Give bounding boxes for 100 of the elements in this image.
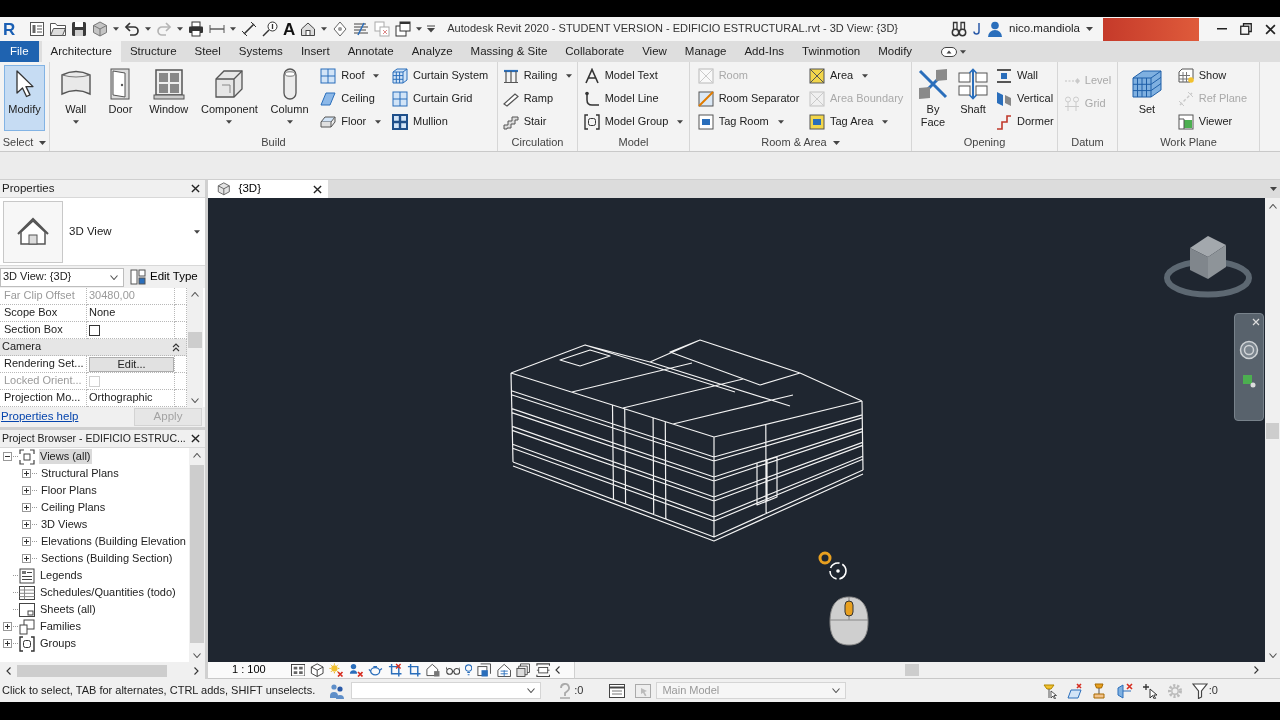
people-icon[interactable] xyxy=(329,682,346,699)
house-icon[interactable] xyxy=(300,21,317,37)
ribbon-button[interactable]: By Face xyxy=(913,65,953,131)
undo-icon[interactable] xyxy=(124,22,140,36)
tree-item[interactable]: Sections (Building Section) xyxy=(40,551,174,566)
stacked-windows-icon[interactable] xyxy=(395,21,412,37)
type-selector[interactable]: 3D View xyxy=(0,198,205,266)
chevron-right-icon[interactable] xyxy=(1254,666,1259,674)
window-list-icon[interactable] xyxy=(609,683,626,698)
diamond-icon[interactable] xyxy=(332,21,349,37)
chevron-up-icon[interactable] xyxy=(193,453,201,458)
scrollbar[interactable] xyxy=(575,662,1280,679)
ribbon-button[interactable]: Wall xyxy=(55,65,96,131)
caret-icon[interactable] xyxy=(145,27,151,31)
ribbon-tab[interactable]: Annotate xyxy=(338,41,403,62)
ribbon-button[interactable]: Model Group xyxy=(580,111,687,132)
ribbon-tab[interactable]: Analyze xyxy=(402,41,462,62)
caret-icon[interactable] xyxy=(1086,27,1093,31)
close-icon[interactable] xyxy=(1265,23,1276,35)
group-header[interactable]: Camera xyxy=(0,339,187,356)
house-grid-icon[interactable] xyxy=(496,662,512,678)
chevron-right-icon[interactable] xyxy=(194,666,199,675)
cube-icon[interactable] xyxy=(310,662,325,678)
crop-off-icon[interactable] xyxy=(387,662,402,678)
ribbon-tab[interactable]: View xyxy=(633,41,676,62)
scrollbar[interactable] xyxy=(187,288,203,407)
caret-icon[interactable] xyxy=(416,27,423,31)
ribbon-button[interactable]: Floor xyxy=(317,111,385,132)
bracket-frame-icon[interactable] xyxy=(535,662,550,678)
steering-wheel-icon[interactable] xyxy=(1239,340,1259,360)
document-tab[interactable]: {3D} xyxy=(208,180,328,198)
chevron-down-icon[interactable] xyxy=(191,398,199,403)
ribbon-tab[interactable]: Manage xyxy=(675,41,736,62)
ribbon-button[interactable]: Modify xyxy=(4,65,45,131)
save-icon[interactable] xyxy=(71,21,87,37)
tree-item[interactable]: Families xyxy=(39,619,82,634)
move-cursor-icon[interactable] xyxy=(1141,682,1158,699)
scrollbar-thumb[interactable] xyxy=(190,465,204,643)
bulb-icon[interactable] xyxy=(465,663,473,677)
ribbon-button[interactable]: Model Line xyxy=(580,88,687,109)
view-dropdown[interactable]: 3D View: {3D} xyxy=(0,267,124,287)
ribbon-button[interactable]: Ceiling xyxy=(317,88,385,109)
ribbon-button[interactable]: Model Text xyxy=(580,65,687,86)
expand-icon[interactable] xyxy=(22,503,31,512)
ribbon-button[interactable]: Component xyxy=(197,65,262,131)
document-icon[interactable] xyxy=(29,21,45,37)
pin-cursor-icon[interactable] xyxy=(1041,682,1058,699)
scale-button[interactable]: 1 : 100 xyxy=(232,663,266,677)
scrollbar[interactable] xyxy=(0,662,205,679)
chevron-left-icon[interactable] xyxy=(554,666,560,674)
teapot-icon[interactable] xyxy=(368,663,383,677)
expand-icon[interactable] xyxy=(22,469,31,478)
stacked-squares-icon[interactable] xyxy=(516,662,531,678)
ribbon-button[interactable]: Dormer xyxy=(993,111,1057,132)
ribbon-button[interactable]: Mullion xyxy=(389,111,492,132)
double-chevron-up-icon[interactable] xyxy=(172,342,180,352)
edit-button[interactable]: Edit... xyxy=(89,356,174,372)
tree-item[interactable]: Floor Plans xyxy=(40,483,98,498)
scrollbar[interactable] xyxy=(189,448,205,662)
expand-icon[interactable] xyxy=(22,520,31,529)
binoculars-icon[interactable] xyxy=(951,21,968,37)
ribbon-tab[interactable]: Twinmotion xyxy=(793,41,870,62)
ribbon-button[interactable]: Show xyxy=(1174,65,1251,86)
ribbon-tab[interactable]: Systems xyxy=(229,41,292,62)
expand-icon[interactable] xyxy=(22,537,31,546)
tree-item[interactable]: Ceiling Plans xyxy=(40,500,107,515)
caret-icon[interactable] xyxy=(960,49,967,54)
file-tab[interactable]: File xyxy=(0,41,39,62)
ribbon-button[interactable]: Tag Room xyxy=(694,111,803,132)
ribbon-button[interactable]: Curtain Grid xyxy=(389,88,492,109)
caret-icon[interactable] xyxy=(230,27,236,31)
diagonal-dimension-icon[interactable] xyxy=(241,21,257,37)
folder-icon[interactable] xyxy=(50,22,66,36)
expand-icon[interactable] xyxy=(3,639,12,648)
circle-leader-icon[interactable] xyxy=(262,21,278,37)
ribbon-tab[interactable]: Modify xyxy=(869,41,922,62)
ribbon-button[interactable]: Column xyxy=(266,65,313,131)
expand-icon[interactable] xyxy=(22,554,31,563)
chevron-up-icon[interactable] xyxy=(191,292,199,297)
zoom-icon[interactable] xyxy=(1242,374,1256,388)
close-icon[interactable] xyxy=(191,184,200,193)
toggle-icon[interactable] xyxy=(941,46,958,57)
collapse-icon[interactable] xyxy=(3,452,12,461)
ribbon-tab[interactable]: Massing & Site xyxy=(461,41,557,62)
face-cross-icon[interactable] xyxy=(1116,682,1133,699)
tree-item[interactable]: Sheets (all) xyxy=(39,602,97,617)
scrollbar-thumb[interactable] xyxy=(188,332,202,348)
glasses-icon[interactable] xyxy=(445,665,461,675)
scrollbar[interactable] xyxy=(1265,198,1280,662)
ribbon-tab[interactable]: Collaborate xyxy=(556,41,634,62)
ribbon-tab[interactable]: Add-Ins xyxy=(735,41,794,62)
chevron-left-icon[interactable] xyxy=(6,666,11,675)
caret-icon[interactable] xyxy=(832,140,840,145)
caret-icon[interactable] xyxy=(321,27,328,31)
scrollbar-thumb[interactable] xyxy=(17,664,167,677)
ribbon-button[interactable]: Set xyxy=(1126,65,1167,131)
close-icon[interactable] xyxy=(191,434,200,443)
ribbon-button[interactable]: Room Separator xyxy=(694,88,803,109)
person-off-icon[interactable] xyxy=(348,662,364,678)
ribbon-button[interactable]: Area xyxy=(805,65,907,86)
